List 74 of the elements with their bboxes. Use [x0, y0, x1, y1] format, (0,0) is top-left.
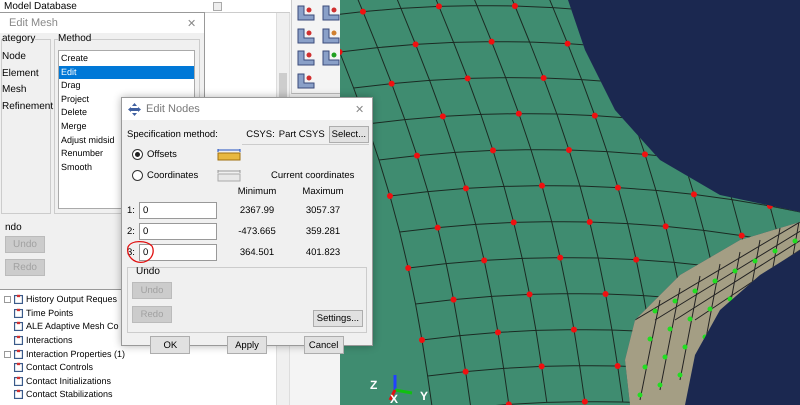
- tree-item[interactable]: Interaction Properties (1): [26, 348, 126, 360]
- tree-node-icon: [13, 376, 24, 387]
- offset-input[interactable]: 0: [139, 244, 217, 261]
- table-cell-text: -473.665: [237, 226, 277, 237]
- radio-button[interactable]: [132, 149, 143, 160]
- dialog-title: Edit Nodes: [146, 103, 201, 115]
- settings-button[interactable]: Settings...: [312, 310, 363, 327]
- offset-input[interactable]: 0: [139, 202, 217, 219]
- cancel-button[interactable]: Cancel: [304, 336, 344, 354]
- group-label: Method: [58, 33, 92, 44]
- close-button[interactable]: ✕: [187, 16, 196, 30]
- move-icon: [128, 102, 141, 116]
- list-item[interactable]: Create: [59, 52, 194, 66]
- mesh-tool-icon[interactable]: [296, 4, 316, 21]
- radio-label: Element: [2, 68, 39, 78]
- table-cell-text: 3057.37: [304, 205, 342, 216]
- ok-button[interactable]: OK: [150, 336, 190, 354]
- group-label: ategory: [2, 33, 36, 44]
- csys-label: CSYS:: [246, 128, 275, 140]
- tree-node-icon: [13, 362, 24, 374]
- radio-label: Offsets: [147, 149, 178, 160]
- select-button[interactable]: Select...: [328, 126, 369, 142]
- axis-triad-drawing: [388, 375, 412, 401]
- tree-item[interactable]: Contact Initializations: [26, 376, 112, 387]
- group-label: Undo: [136, 266, 160, 277]
- radio-label: Refinement: [2, 100, 54, 112]
- tree-item[interactable]: ALE Adaptive Mesh Co: [26, 321, 119, 332]
- tree-item[interactable]: Contact Controls: [26, 362, 94, 374]
- tree-item[interactable]: Contact Stabilizations: [26, 389, 113, 400]
- table-cell-text: 364.501: [238, 247, 276, 258]
- radio-button[interactable]: [132, 170, 143, 181]
- ruler-icon: [217, 170, 241, 182]
- radio-label: Node: [2, 51, 26, 62]
- mesh-tool-icon[interactable]: [321, 4, 341, 21]
- offset-input[interactable]: 0: [139, 223, 217, 240]
- tree-node-icon: [13, 335, 24, 346]
- model-database-label: Model Database: [3, 0, 78, 12]
- tree-node-icon: [13, 348, 24, 360]
- list-item[interactable]: Edit: [59, 66, 194, 80]
- mesh-tool-icon[interactable]: [296, 72, 316, 88]
- axis-label: Z: [370, 378, 378, 392]
- ruler-icon: [217, 148, 241, 160]
- mesh-tool-icon[interactable]: [296, 26, 316, 44]
- specification-label: Specification method:: [127, 128, 218, 142]
- tree-item[interactable]: History Output Reques: [26, 294, 118, 306]
- tree-item[interactable]: Time Points: [26, 308, 74, 319]
- close-button[interactable]: ✕: [355, 102, 364, 116]
- list-item[interactable]: Drag: [59, 79, 194, 93]
- expand-icon[interactable]: [4, 350, 11, 358]
- tree-node-icon: [13, 321, 24, 332]
- radio-label: Coordinates: [147, 170, 200, 181]
- column-header: Maximum: [301, 186, 345, 199]
- expand-icon[interactable]: [4, 296, 11, 304]
- tree-node-icon: [13, 308, 24, 319]
- apply-button[interactable]: Apply: [226, 336, 267, 354]
- mesh-tool-icon[interactable]: [321, 26, 341, 44]
- table-cell-text: 2367.99: [238, 205, 276, 216]
- axis-label: X: [390, 392, 398, 405]
- tree-item[interactable]: Interactions: [26, 335, 73, 346]
- table-cell-text: 401.823: [304, 247, 342, 258]
- column-header: Minimum: [236, 186, 278, 199]
- mesh-tool-icon[interactable]: [321, 49, 341, 66]
- mesh-tool-icon[interactable]: [296, 49, 316, 66]
- table-cell-text: 359.281: [304, 226, 342, 237]
- dialog-title: Edit Mesh: [9, 17, 59, 29]
- axis-label: Y: [420, 389, 428, 403]
- radio-label: Mesh: [2, 84, 26, 95]
- axis-index-label: 2:: [126, 225, 136, 239]
- current-coordinates-label: Current coordinates: [271, 170, 354, 181]
- csys-value: Part CSYS: [278, 128, 325, 140]
- tree-node-icon: [13, 294, 24, 306]
- group-label: ndo: [5, 222, 22, 233]
- tree-node-icon: [13, 389, 24, 400]
- axis-index-label: 1:: [126, 204, 136, 218]
